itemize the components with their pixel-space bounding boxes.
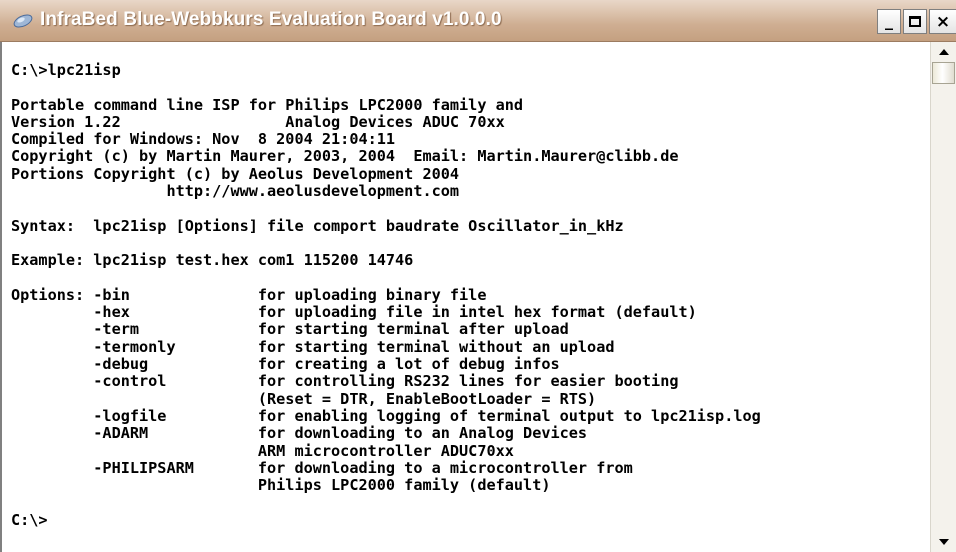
console-icon	[12, 13, 34, 29]
console-line: -term for starting terminal after upload	[11, 320, 569, 339]
console-line: Portable command line ISP for Philips LP…	[11, 95, 524, 114]
close-button[interactable]: ×	[929, 9, 956, 34]
console-line: -logfile for enabling logging of termina…	[11, 406, 761, 425]
console-line: Syntax: lpc21isp [Options] file comport …	[11, 216, 624, 235]
console-line: Compiled for Windows: Nov 8 2004 21:04:1…	[11, 130, 396, 149]
title-bar[interactable]: InfraBed Blue-Webbkurs Evaluation Board …	[0, 0, 956, 42]
window-title: InfraBed Blue-Webbkurs Evaluation Board …	[40, 9, 502, 30]
console-line: -debug for creating a lot of debug infos	[11, 355, 560, 374]
console-line: -control for controlling RS232 lines for…	[11, 372, 679, 391]
console-line: ARM microcontroller ADUC70xx	[11, 441, 514, 460]
console-line: -hex for uploading file in intel hex for…	[11, 303, 697, 322]
console-line: -ADARM for downloading to an Analog Devi…	[11, 424, 588, 443]
console-line: Copyright (c) by Martin Maurer, 2003, 20…	[11, 147, 679, 166]
console-line: -termonly for starting terminal without …	[11, 337, 615, 356]
console-line: C:\>	[11, 510, 48, 529]
arrow-up-icon	[938, 49, 949, 55]
scroll-thumb[interactable]	[932, 62, 955, 84]
console-line: C:\>lpc21isp	[11, 61, 121, 79]
console-line: Portions Copyright (c) by Aeolus Develop…	[11, 164, 460, 183]
maximize-button[interactable]	[903, 9, 927, 34]
console-line: (Reset = DTR, EnableBootLoader = RTS)	[11, 389, 597, 408]
scroll-down-button[interactable]	[931, 534, 956, 550]
console-line: Version 1.22 Analog Devices ADUC 70xx	[11, 112, 505, 131]
console-line: Options: -bin for uploading binary file	[11, 285, 487, 304]
arrow-down-icon	[938, 539, 949, 545]
scroll-up-button[interactable]	[931, 44, 956, 60]
console-line: Philips LPC2000 family (default)	[11, 476, 551, 495]
maximize-icon	[909, 16, 921, 27]
console-text: C:\>lpc21isp Portable command line ISP f…	[11, 61, 761, 529]
console-line: http://www.aeolusdevelopment.com	[11, 182, 460, 201]
vertical-scrollbar[interactable]	[930, 42, 956, 552]
minimize-button[interactable]: _	[877, 9, 901, 34]
console-line: -PHILIPSARM for downloading to a microco…	[11, 458, 633, 477]
console-line: Example: lpc21isp test.hex com1 115200 1…	[11, 251, 414, 270]
console-output-area[interactable]: C:\>lpc21isp Portable command line ISP f…	[0, 42, 930, 552]
